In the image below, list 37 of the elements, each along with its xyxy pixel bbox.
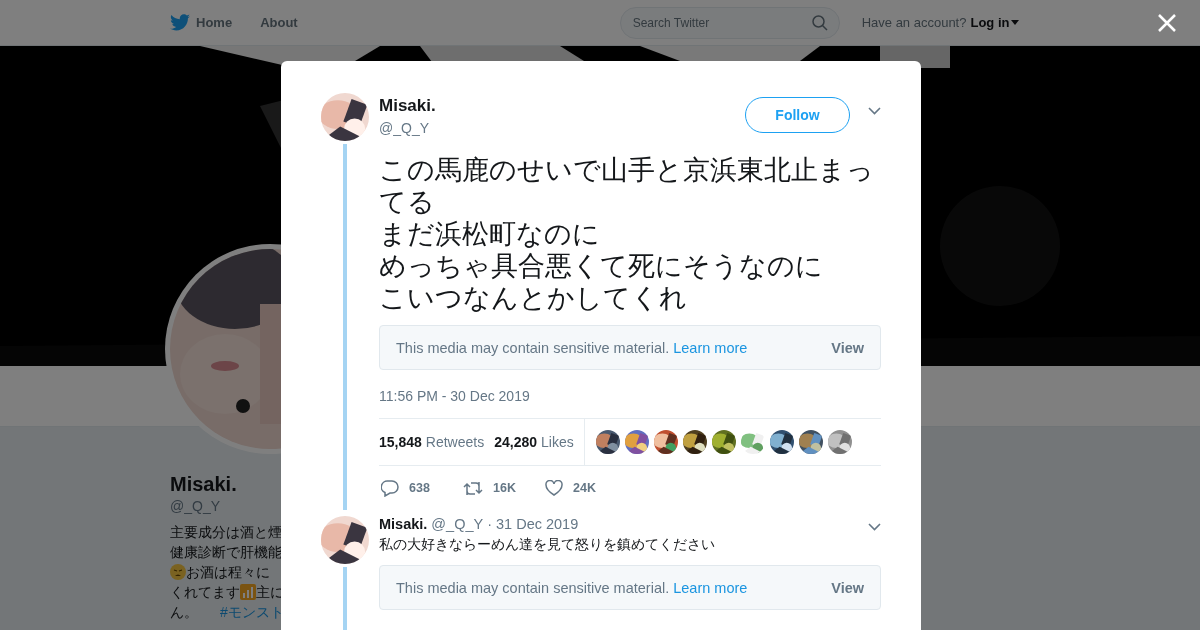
retweet-icon[interactable] <box>463 480 483 496</box>
stat-link[interactable]: 24,280 Likes <box>494 434 574 450</box>
close-icon[interactable] <box>1158 14 1176 32</box>
heart-icon[interactable] <box>545 480 563 496</box>
account-prompt: Have an account? <box>861 15 967 30</box>
reply-text: 私の大好きならーめん達を見て怒りを鎮めてください <box>379 536 716 554</box>
search-icon <box>811 14 828 31</box>
caret-icon <box>1011 20 1020 25</box>
stat-link[interactable]: 15,848 Retweets <box>379 434 485 450</box>
learn-more-link[interactable]: Learn more <box>673 579 748 596</box>
tweet-timestamp: 11:56 PM - 30 Dec 2019 <box>379 388 531 404</box>
action-count: 638 <box>409 481 430 495</box>
login-link[interactable]: Log in <box>970 15 1020 30</box>
speech-bubble-icon[interactable] <box>381 479 399 497</box>
nav-link[interactable]: Home <box>170 14 233 31</box>
reply-date: 31 Dec 2019 <box>496 516 579 532</box>
signal-bars-emoji-icon <box>240 584 256 600</box>
profile-handle: @_Q_Y <box>170 498 220 514</box>
bird-icon <box>170 14 190 31</box>
hashtag-link[interactable]: #モンスト <box>220 602 284 622</box>
author-handle: @_Q_Y <box>431 516 484 532</box>
separator-dot: · <box>487 516 492 532</box>
author-name: Misaki. <box>379 516 428 532</box>
chevron-down-icon[interactable] <box>868 523 881 531</box>
nav-link[interactable]: About <box>260 15 298 30</box>
search-field[interactable]: Search Twitter <box>619 6 840 39</box>
bio-text: 健康診断で肝機能 <box>170 543 282 562</box>
bio-text: ん。 <box>170 603 198 622</box>
action-count: 16K <box>493 481 516 495</box>
bio-text: くれてます <box>170 583 240 602</box>
view-button[interactable]: View <box>831 579 864 596</box>
notice-text: This media may contain sensitive material. <box>396 579 670 596</box>
action-count: 24K <box>573 481 596 495</box>
profile-name: Misaki. <box>170 473 237 496</box>
bio-text: お酒は程々に <box>186 563 270 582</box>
bio-text: 主要成分は酒と煙 <box>170 523 282 542</box>
tired-face-emoji-icon <box>170 564 186 580</box>
